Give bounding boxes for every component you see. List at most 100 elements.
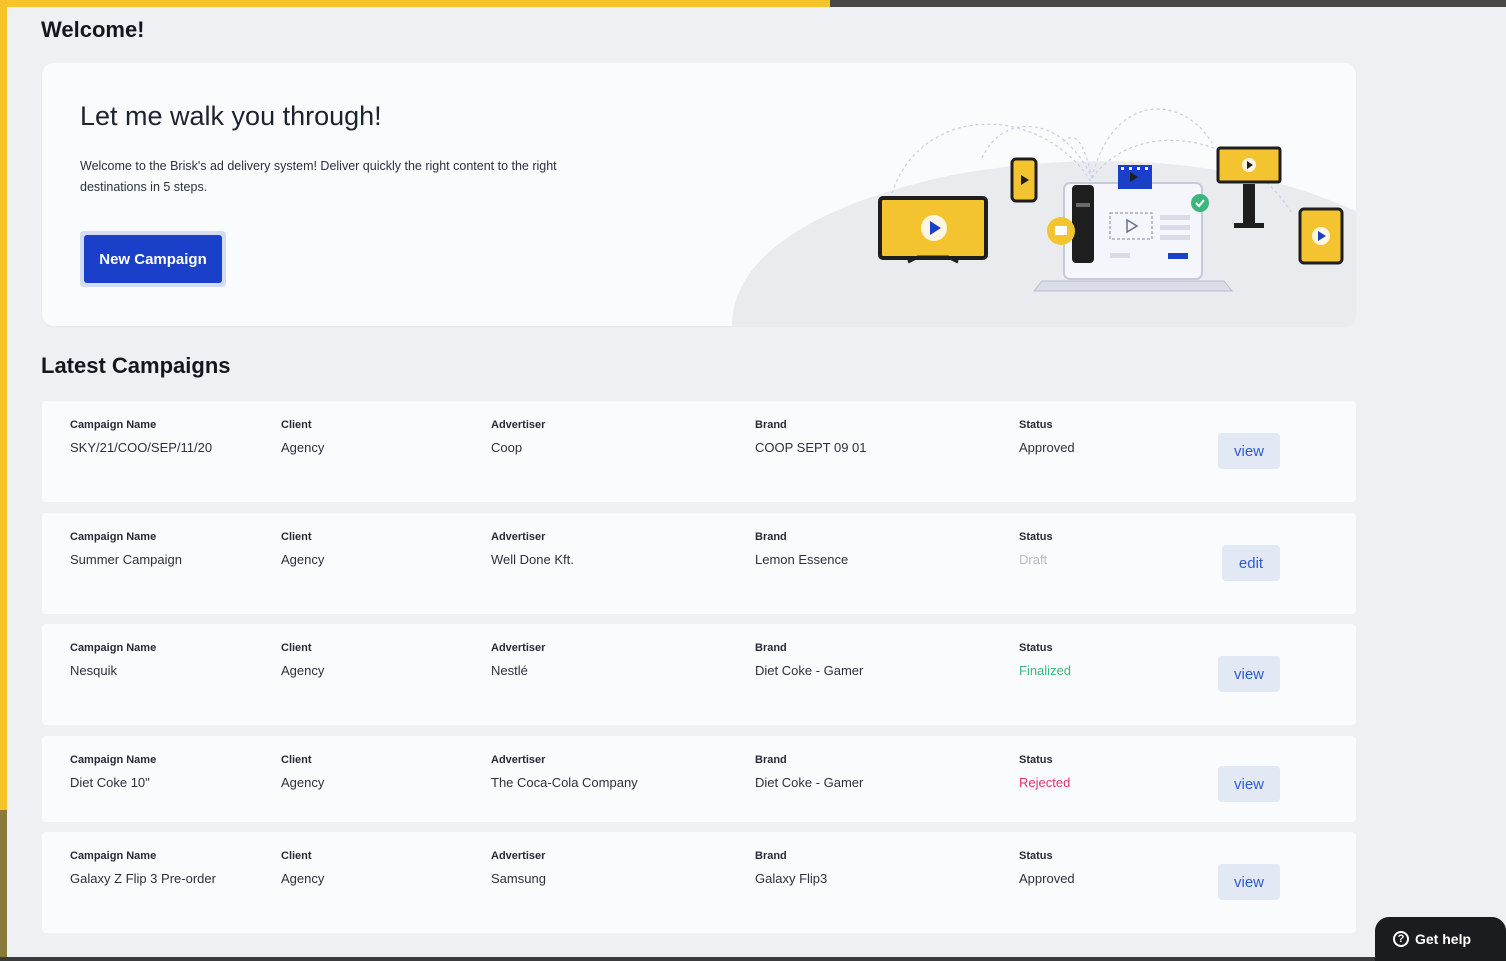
status-badge: Draft bbox=[1019, 552, 1048, 567]
client-label: Client bbox=[281, 531, 312, 543]
campaign-name-label: Campaign Name bbox=[70, 642, 157, 654]
advertiser-label: Advertiser bbox=[491, 850, 546, 862]
status-label: Status bbox=[1019, 850, 1053, 862]
campaign-name-value: Galaxy Z Flip 3 Pre-order bbox=[70, 871, 216, 886]
status-label: Status bbox=[1019, 642, 1053, 654]
brand-label: Brand bbox=[755, 754, 787, 766]
new-campaign-button-label: New Campaign bbox=[84, 235, 222, 283]
client-value: Agency bbox=[281, 775, 325, 790]
dashboard: Welcome! Let me walk you through! Welcom… bbox=[7, 7, 1506, 957]
check-badge-icon bbox=[1191, 194, 1209, 212]
advertiser-cell: Advertiser The Coca-Cola Company bbox=[491, 754, 638, 790]
brand-value: Diet Coke - Gamer bbox=[755, 775, 864, 790]
advertiser-cell: Advertiser Well Done Kft. bbox=[491, 531, 574, 567]
page-title: Welcome! bbox=[41, 17, 145, 42]
advertiser-value: Nestlé bbox=[491, 663, 528, 678]
window-frame-top-dark bbox=[830, 0, 1506, 7]
status-badge: Approved bbox=[1019, 440, 1075, 455]
campaign-name-cell: Campaign Name SKY/21/COO/SEP/11/20 bbox=[70, 419, 212, 455]
advertiser-value: Samsung bbox=[491, 871, 546, 886]
client-cell: Client Agency bbox=[281, 531, 324, 567]
advertiser-cell: Advertiser Coop bbox=[491, 419, 545, 455]
advertiser-cell: Advertiser Nestlé bbox=[491, 642, 545, 678]
hero-description: Welcome to the Brisk's ad delivery syste… bbox=[80, 159, 557, 194]
client-label: Client bbox=[281, 754, 312, 766]
video-clip-icon bbox=[1118, 165, 1152, 189]
campaign-name-cell: Campaign Name Diet Coke 10" bbox=[70, 754, 156, 790]
campaign-name-value: Diet Coke 10" bbox=[70, 775, 150, 790]
brand-cell: Brand Diet Coke - Gamer bbox=[755, 642, 863, 678]
client-cell: Client Agency bbox=[281, 754, 324, 790]
campaign-row: Campaign Name Nesquik Client Agency Adve… bbox=[42, 624, 1356, 725]
advertiser-label: Advertiser bbox=[491, 419, 546, 431]
status-badge: Approved bbox=[1019, 871, 1075, 886]
campaign-name-label: Campaign Name bbox=[70, 419, 157, 431]
brand-label: Brand bbox=[755, 531, 787, 543]
brand-cell: Brand COOP SEPT 09 01 bbox=[755, 419, 867, 455]
client-label: Client bbox=[281, 850, 312, 862]
campaign-name-cell: Campaign Name Nesquik bbox=[70, 642, 156, 678]
status-label: Status bbox=[1019, 754, 1053, 766]
brand-label: Brand bbox=[755, 850, 787, 862]
onboarding-hero-card: Let me walk you through! Welcome to the … bbox=[42, 63, 1356, 326]
campaign-name-label: Campaign Name bbox=[70, 850, 157, 862]
campaign-row: Campaign Name SKY/21/COO/SEP/11/20 Clien… bbox=[42, 401, 1356, 502]
status-cell: Status Approved bbox=[1019, 850, 1075, 886]
new-campaign-button[interactable]: New Campaign bbox=[80, 231, 226, 287]
advertiser-value: Coop bbox=[491, 440, 523, 455]
advertiser-value: The Coca-Cola Company bbox=[491, 775, 638, 790]
phone-icon bbox=[1010, 157, 1038, 203]
latest-campaigns-title: Latest Campaigns bbox=[41, 353, 231, 378]
client-cell: Client Agency bbox=[281, 850, 324, 886]
edit-campaign-button[interactable]: edit bbox=[1222, 545, 1280, 581]
brand-cell: Brand Diet Coke - Gamer bbox=[755, 754, 863, 790]
campaign-row: Campaign Name Summer Campaign Client Age… bbox=[42, 513, 1356, 614]
campaign-name-value: Summer Campaign bbox=[70, 552, 182, 567]
status-cell: Status Finalized bbox=[1019, 642, 1071, 678]
advertiser-label: Advertiser bbox=[491, 531, 546, 543]
get-help-button[interactable]: ? Get help bbox=[1375, 917, 1506, 961]
client-label: Client bbox=[281, 419, 312, 431]
client-value: Agency bbox=[281, 440, 325, 455]
advertiser-label: Advertiser bbox=[491, 642, 546, 654]
campaign-name-cell: Campaign Name Galaxy Z Flip 3 Pre-order bbox=[70, 850, 216, 886]
advertiser-label: Advertiser bbox=[491, 754, 546, 766]
client-cell: Client Agency bbox=[281, 419, 324, 455]
client-value: Agency bbox=[281, 552, 325, 567]
view-campaign-button[interactable]: view bbox=[1218, 656, 1280, 692]
campaign-name-value: SKY/21/COO/SEP/11/20 bbox=[70, 440, 213, 455]
window-frame-top bbox=[0, 0, 840, 7]
brand-label: Brand bbox=[755, 419, 787, 431]
status-badge: Rejected bbox=[1019, 775, 1071, 790]
advertiser-cell: Advertiser Samsung bbox=[491, 850, 546, 886]
status-label: Status bbox=[1019, 531, 1053, 543]
brand-cell: Brand Galaxy Flip3 bbox=[755, 850, 827, 886]
status-cell: Status Approved bbox=[1019, 419, 1075, 455]
brand-value: Galaxy Flip3 bbox=[755, 871, 828, 886]
status-cell: Status Draft bbox=[1019, 531, 1053, 567]
get-help-label: Get help bbox=[1415, 931, 1472, 947]
brand-value: Lemon Essence bbox=[755, 552, 849, 567]
status-cell: Status Rejected bbox=[1019, 754, 1070, 790]
window-frame-left-dark bbox=[0, 810, 7, 957]
media-player-icon bbox=[1072, 185, 1094, 263]
campaign-row: Campaign Name Diet Coke 10" Client Agenc… bbox=[42, 736, 1356, 822]
tv-icon bbox=[878, 196, 988, 264]
tablet-icon bbox=[1298, 207, 1344, 265]
campaign-name-cell: Campaign Name Summer Campaign bbox=[70, 531, 182, 567]
devices-illustration bbox=[732, 108, 1356, 326]
view-campaign-button[interactable]: view bbox=[1218, 766, 1280, 802]
campaign-name-label: Campaign Name bbox=[70, 754, 157, 766]
view-campaign-button[interactable]: view bbox=[1218, 864, 1280, 900]
hero-heading: Let me walk you through! bbox=[80, 101, 382, 131]
advertiser-value: Well Done Kft. bbox=[491, 552, 574, 567]
status-badge: Finalized bbox=[1019, 663, 1072, 678]
brand-cell: Brand Lemon Essence bbox=[755, 531, 848, 567]
client-label: Client bbox=[281, 642, 312, 654]
view-campaign-button[interactable]: view bbox=[1218, 433, 1280, 469]
illustration-background-blob bbox=[732, 161, 1356, 326]
client-value: Agency bbox=[281, 663, 325, 678]
campaign-name-value: Nesquik bbox=[70, 663, 117, 678]
client-value: Agency bbox=[281, 871, 325, 886]
help-question-icon: ? bbox=[1393, 931, 1409, 947]
